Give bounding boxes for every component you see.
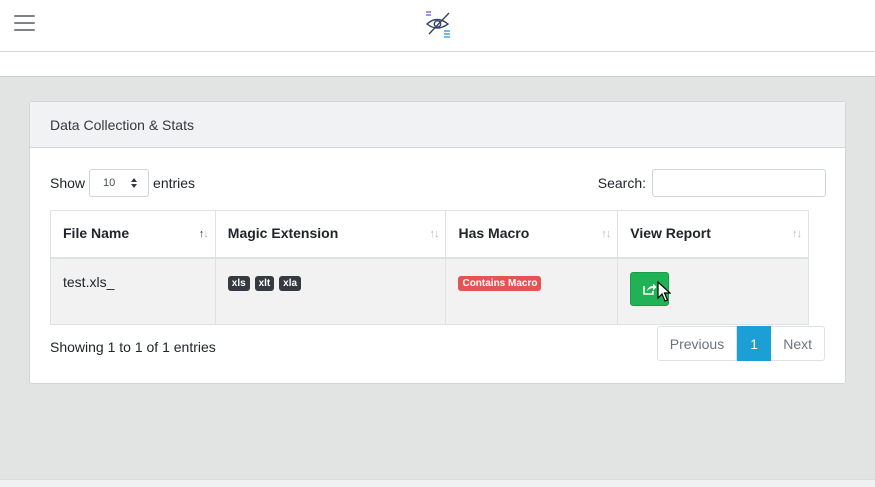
column-header-view-report[interactable]: View Report ↑↓	[617, 210, 809, 259]
cursor-icon	[657, 281, 671, 302]
table-header-row: File Name ↑↓ Magic Extension ↑↓ Has Macr…	[50, 210, 809, 259]
extension-badge: xls	[227, 275, 250, 291]
cell-view-report	[617, 257, 809, 325]
show-label: Show	[50, 175, 86, 191]
table-controls: Show 10 entries Search:	[50, 169, 826, 197]
search-input[interactable]	[652, 169, 826, 197]
sort-icon: ↑↓	[792, 228, 802, 240]
sort-icon: ↑↓	[198, 228, 209, 240]
extension-badge: xlt	[254, 275, 275, 291]
previous-page-button[interactable]: Previous	[656, 326, 738, 361]
search-control: Search:	[598, 169, 826, 197]
entries-length-control: Show 10 entries	[50, 169, 195, 197]
cell-magic-extension: xls xlt xla	[214, 257, 447, 325]
column-header-file-name[interactable]: File Name ↑↓	[50, 210, 216, 259]
files-table: File Name ↑↓ Magic Extension ↑↓ Has Macr…	[50, 210, 809, 325]
column-header-has-macro[interactable]: Has Macro ↑↓	[445, 210, 619, 259]
cell-file-name: test.xls_	[50, 257, 216, 325]
data-stats-card: Data Collection & Stats Show 10 entries …	[29, 101, 846, 384]
sub-header-bar	[0, 52, 875, 77]
entries-select-value: 10	[103, 177, 116, 189]
select-arrows-icon	[131, 178, 138, 188]
column-header-label: Magic Extension	[227, 225, 339, 241]
entries-select[interactable]: 10	[89, 169, 150, 197]
eye-logo-icon	[425, 11, 450, 38]
column-header-label: File Name	[63, 225, 130, 241]
top-navbar	[0, 0, 875, 52]
next-page-button[interactable]: Next	[771, 326, 825, 361]
extension-badge: xla	[279, 275, 302, 291]
sort-icon: ↑↓	[429, 228, 439, 240]
entries-label: entries	[153, 175, 196, 191]
page-1-button[interactable]: 1	[737, 326, 772, 361]
table-row: test.xls_ xls xlt xla Contains Macro	[50, 257, 809, 325]
page-footer	[0, 479, 875, 487]
column-header-magic-extension[interactable]: Magic Extension ↑↓	[214, 210, 447, 259]
hamburger-menu-icon[interactable]	[14, 15, 35, 33]
column-header-label: Has Macro	[458, 225, 530, 241]
macro-status-badge: Contains Macro	[458, 275, 542, 291]
card-title: Data Collection & Stats	[30, 102, 845, 148]
pagination: Previous 1 Next	[656, 326, 825, 361]
column-header-label: View Report	[630, 225, 711, 241]
cell-has-macro: Contains Macro	[445, 257, 619, 325]
search-label: Search:	[597, 175, 646, 191]
table-info: Showing 1 to 1 of 1 entries	[50, 339, 216, 355]
sort-icon: ↑↓	[601, 228, 611, 240]
share-icon	[643, 283, 657, 295]
